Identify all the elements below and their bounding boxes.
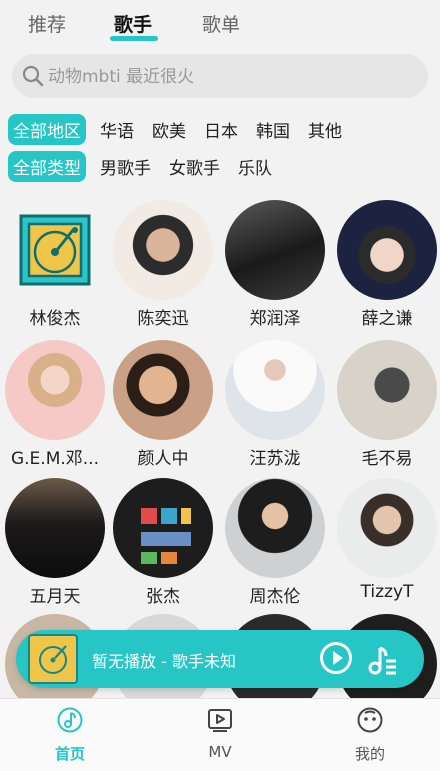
- turntable-icon: [5, 200, 105, 300]
- artist-name: 周杰伦: [249, 587, 301, 607]
- face-icon: [357, 707, 383, 733]
- artist-avatar: [337, 200, 437, 300]
- tab-playlists[interactable]: 歌单: [202, 10, 240, 37]
- type-filter-row: 全部类型 男歌手 女歌手 乐队: [8, 150, 290, 182]
- artist-name: 颜人中: [137, 449, 189, 469]
- artist-avatar: [337, 478, 437, 578]
- artist-name: 张杰: [146, 587, 180, 607]
- artist-name: 薛之谦: [361, 309, 413, 329]
- artist-avatar: [113, 478, 213, 578]
- nav-mv-label: MV: [208, 743, 232, 761]
- artist-name: G.E.M.邓...: [10, 449, 99, 469]
- artist-name: 汪苏泷: [249, 449, 301, 469]
- playlist-icon[interactable]: [366, 644, 398, 676]
- artist-avatar: [225, 478, 325, 578]
- video-icon: [208, 709, 232, 732]
- artist-card[interactable]: 林俊杰: [0, 200, 110, 329]
- artist-card[interactable]: 薛之谦: [332, 200, 440, 329]
- artist-name: TizzyT: [360, 582, 414, 602]
- artist-card[interactable]: 陈奕迅: [108, 200, 218, 329]
- search-bar[interactable]: [12, 54, 428, 100]
- tab-artists[interactable]: 歌手: [114, 10, 152, 37]
- filter-region-all[interactable]: 全部地区: [8, 113, 86, 145]
- artist-card[interactable]: 颜人中: [108, 340, 218, 469]
- artist-name: 陈奕迅: [137, 309, 189, 329]
- filter-type-all[interactable]: 全部类型: [8, 150, 86, 182]
- filter-region-western[interactable]: 欧美: [152, 117, 186, 142]
- artist-card[interactable]: 郑润泽: [220, 200, 330, 329]
- active-tab-indicator: [110, 36, 158, 41]
- filter-type-band[interactable]: 乐队: [238, 154, 272, 179]
- artist-name: 五月天: [29, 587, 81, 607]
- filter-region-korea[interactable]: 韩国: [256, 117, 290, 142]
- now-playing-title: 暂无播放 - 歌手未知: [92, 652, 236, 671]
- artist-avatar: [225, 340, 325, 440]
- nav-mv[interactable]: MV: [180, 707, 260, 761]
- search-icon: [22, 65, 44, 87]
- artist-name: 毛不易: [361, 449, 413, 469]
- artist-avatar: [113, 200, 213, 300]
- artist-card[interactable]: TizzyT: [332, 478, 440, 602]
- tab-recommend[interactable]: 推荐: [28, 10, 66, 37]
- nav-mine[interactable]: 我的: [330, 707, 410, 764]
- region-filter-row: 全部地区 华语 欧美 日本 韩国 其他: [8, 113, 360, 145]
- nav-home[interactable]: 首页: [30, 707, 110, 764]
- artist-name: 林俊杰: [29, 309, 81, 329]
- artist-avatar: [5, 478, 105, 578]
- artist-card[interactable]: 周杰伦: [220, 478, 330, 607]
- artist-card[interactable]: 毛不易: [332, 340, 440, 469]
- bottom-nav: 首页 MV 我的: [0, 698, 440, 771]
- filter-region-japan[interactable]: 日本: [204, 117, 238, 142]
- artist-avatar: [225, 200, 325, 300]
- artist-name: 郑润泽: [249, 309, 301, 329]
- artist-avatar: [337, 340, 437, 440]
- filter-type-female[interactable]: 女歌手: [169, 154, 220, 179]
- artist-card[interactable]: G.E.M.邓...: [0, 340, 110, 469]
- filter-region-chinese[interactable]: 华语: [100, 117, 134, 142]
- play-icon[interactable]: [320, 642, 352, 674]
- artist-avatar: [5, 340, 105, 440]
- artist-card[interactable]: 五月天: [0, 478, 110, 607]
- search-input[interactable]: [46, 54, 410, 100]
- music-note-icon: [57, 707, 83, 733]
- nav-home-label: 首页: [54, 745, 85, 763]
- artist-avatar: [113, 340, 213, 440]
- artist-card[interactable]: 张杰: [108, 478, 218, 607]
- artist-card[interactable]: 汪苏泷: [220, 340, 330, 469]
- top-tab-bar: 推荐 歌手 歌单: [0, 0, 440, 48]
- filter-type-male[interactable]: 男歌手: [100, 154, 151, 179]
- nav-mine-label: 我的: [354, 745, 385, 763]
- turntable-icon: [28, 634, 78, 684]
- filter-region-other[interactable]: 其他: [308, 117, 342, 142]
- mini-player[interactable]: 暂无播放 - 歌手未知: [16, 630, 424, 688]
